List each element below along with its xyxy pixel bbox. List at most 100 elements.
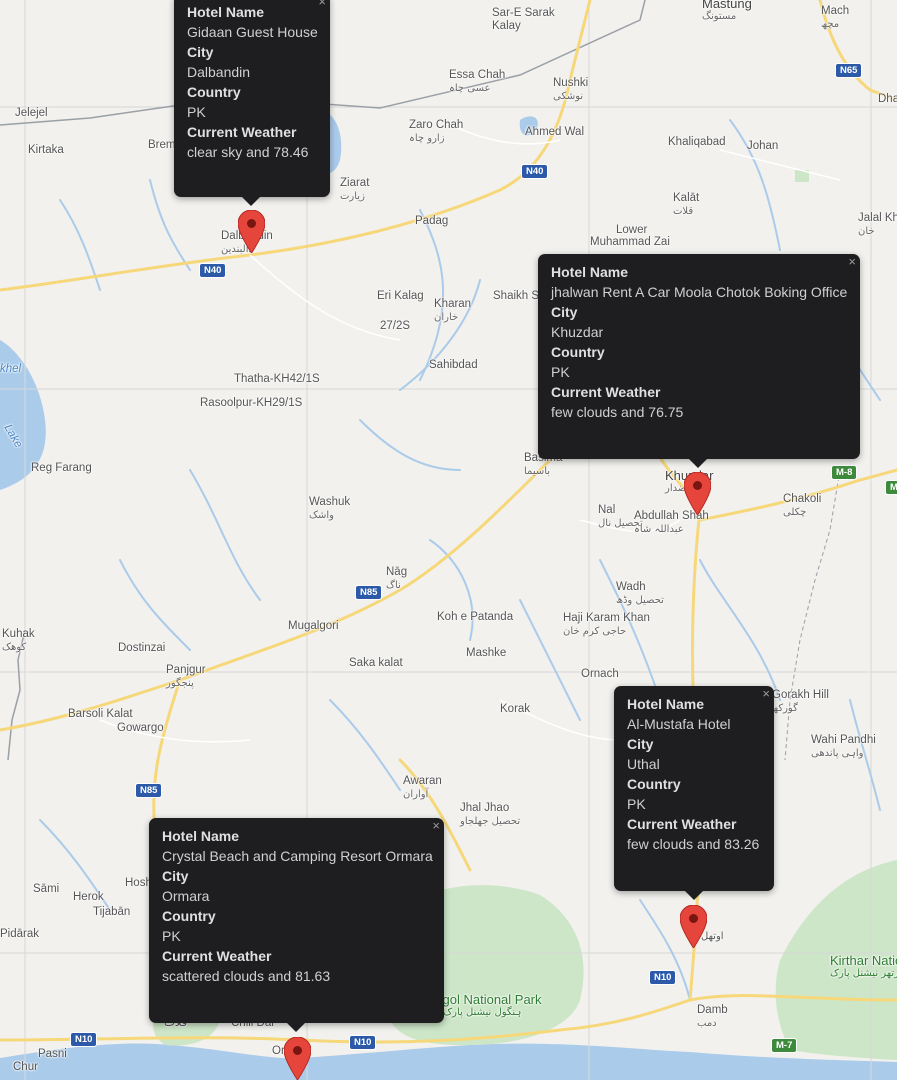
- place-label: Damb دمب: [697, 1004, 728, 1029]
- weather-label: Current Weather: [627, 816, 737, 832]
- place-label: Kirthar National Pکیرتھر نیشنل پارک: [830, 953, 897, 979]
- close-icon[interactable]: ×: [318, 0, 326, 9]
- weather-value: few clouds and 76.75: [551, 404, 684, 420]
- country-value: PK: [627, 796, 646, 812]
- place-label: Dha: [878, 93, 897, 105]
- place-label: Nushki نوشکی: [553, 77, 589, 102]
- place-label: Sahibdad: [429, 359, 478, 371]
- country-label: Country: [187, 84, 241, 100]
- map-pin-icon[interactable]: [284, 1037, 311, 1080]
- highway-shield: M-8: [831, 465, 858, 480]
- info-window-tail: [286, 1022, 306, 1032]
- weather-label: Current Weather: [187, 124, 297, 140]
- info-window-tail: [688, 458, 708, 468]
- hotel-name-label: Hotel Name: [627, 696, 705, 712]
- place-label: Panjgur پنجگور: [166, 664, 206, 689]
- highway-shield: N10: [70, 1032, 98, 1047]
- close-icon[interactable]: ×: [432, 819, 440, 833]
- place-label: Brem: [148, 139, 176, 151]
- hotel-name-value: Gidaan Guest House: [187, 24, 318, 40]
- place-label: Barsoli Kalat: [68, 708, 133, 720]
- place-label: Kharan خاران: [434, 298, 472, 323]
- highway-shield: M-7: [771, 1038, 798, 1053]
- place-label: Thatha-KH42/1S: [234, 373, 320, 385]
- highway-shield: N40: [521, 164, 549, 179]
- hotel-name-value: Al-Mustafa Hotel: [627, 716, 731, 732]
- city-label: City: [627, 736, 654, 752]
- weather-label: Current Weather: [551, 384, 661, 400]
- place-label: Jelejel: [15, 107, 48, 119]
- place-label: Mugalgori: [288, 620, 339, 632]
- country-label: Country: [162, 908, 216, 924]
- place-label: Zaro Chah زارو چاہ: [409, 119, 464, 144]
- highway-shield: N85: [135, 783, 163, 798]
- place-label: Mach مچھ: [821, 5, 850, 30]
- city-value: Dalbandin: [187, 64, 251, 80]
- weather-value: few clouds and 83.26: [627, 836, 760, 852]
- place-label: Tijabān: [93, 906, 131, 918]
- place-label: Rasoolpur-KH29/1S: [200, 397, 303, 409]
- info-window-tail: [684, 890, 704, 900]
- place-label: Chakoli چکلی: [783, 493, 822, 518]
- place-label: Reg Farang: [31, 462, 92, 474]
- highway-shield: N65: [835, 63, 863, 78]
- highway-shield: N85: [355, 585, 383, 600]
- info-window-tail: [241, 196, 261, 206]
- place-label: 27/2S: [380, 320, 411, 332]
- place-label: Ahmed Wal: [525, 126, 585, 138]
- map-pin-icon[interactable]: [680, 905, 707, 948]
- highway-shield: N10: [649, 970, 677, 985]
- country-label: Country: [627, 776, 681, 792]
- map-pin-icon[interactable]: [238, 210, 265, 253]
- place-label: Jhal Jhao تحصیل جھلجاو: [460, 802, 521, 827]
- place-label: Hosh: [125, 877, 152, 889]
- place-label: Haji Karam Khan حاجی کرم خان: [563, 612, 650, 637]
- place-label: Eri Kalag: [377, 290, 424, 302]
- hotel-name-label: Hotel Name: [187, 4, 265, 20]
- city-label: City: [187, 44, 214, 60]
- place-label: Gowargo: [117, 722, 164, 734]
- place-label: Sar-E Sarak Kalay: [492, 7, 555, 32]
- place-label: Koh e Patanda: [437, 611, 514, 623]
- weather-label: Current Weather: [162, 948, 272, 964]
- close-icon[interactable]: ×: [848, 255, 856, 269]
- city-label: City: [162, 868, 189, 884]
- water-label: khel: [0, 363, 22, 375]
- info-window: × Hotel Name Gidaan Guest House City Dal…: [174, 0, 330, 206]
- place-label: Padag: [415, 215, 449, 227]
- city-label: City: [551, 304, 578, 320]
- place-label: Saka kalat: [349, 657, 403, 669]
- weather-value: scattered clouds and 81.63: [162, 968, 331, 984]
- place-label: Kirtaka: [28, 144, 64, 156]
- place-label: Shaikh S: [493, 290, 540, 302]
- place-label: Pasni: [38, 1048, 67, 1060]
- place-label: Jalal Kh خان: [858, 212, 897, 237]
- highway-shield: M: [885, 480, 897, 495]
- info-window: × Hotel Name Al-Mustafa Hotel City Uthal…: [614, 686, 774, 900]
- country-value: PK: [551, 364, 570, 380]
- close-icon[interactable]: ×: [762, 687, 770, 701]
- weather-value: clear sky and 78.46: [187, 144, 309, 160]
- place-label: Mastung مستونگ: [702, 0, 752, 22]
- place-label: Kuhak کوھک: [2, 628, 35, 653]
- place-label: Wahi Pandhi واہی پاندھی: [811, 734, 876, 759]
- place-label: Khaliqabad: [668, 136, 726, 148]
- place-label: Ziarat زیارت: [340, 177, 370, 202]
- place-label: Gorakh Hill گورکھ: [772, 689, 829, 714]
- hotel-name-label: Hotel Name: [551, 264, 629, 280]
- place-label: Korak: [500, 703, 531, 715]
- place-label: Pidārak: [0, 928, 39, 940]
- place-label: Sāmi: [33, 883, 60, 895]
- country-value: PK: [162, 928, 181, 944]
- highway-shield: N10: [349, 1035, 377, 1050]
- place-label: Herok: [73, 891, 104, 903]
- map-canvas[interactable]: [0, 0, 897, 1080]
- place-label: Chur: [13, 1061, 38, 1073]
- place-label: Nāg ناگ: [386, 566, 408, 591]
- place-label: Awaran آواران: [403, 775, 442, 800]
- hotel-name-value: Crystal Beach and Camping Resort Ormara: [162, 848, 433, 864]
- map-pin-icon[interactable]: [684, 472, 711, 515]
- place-label: Muhammad Zai: [590, 236, 670, 248]
- place-label: Wadh تحصیل وڈھ: [616, 581, 664, 606]
- city-value: Ormara: [162, 888, 210, 904]
